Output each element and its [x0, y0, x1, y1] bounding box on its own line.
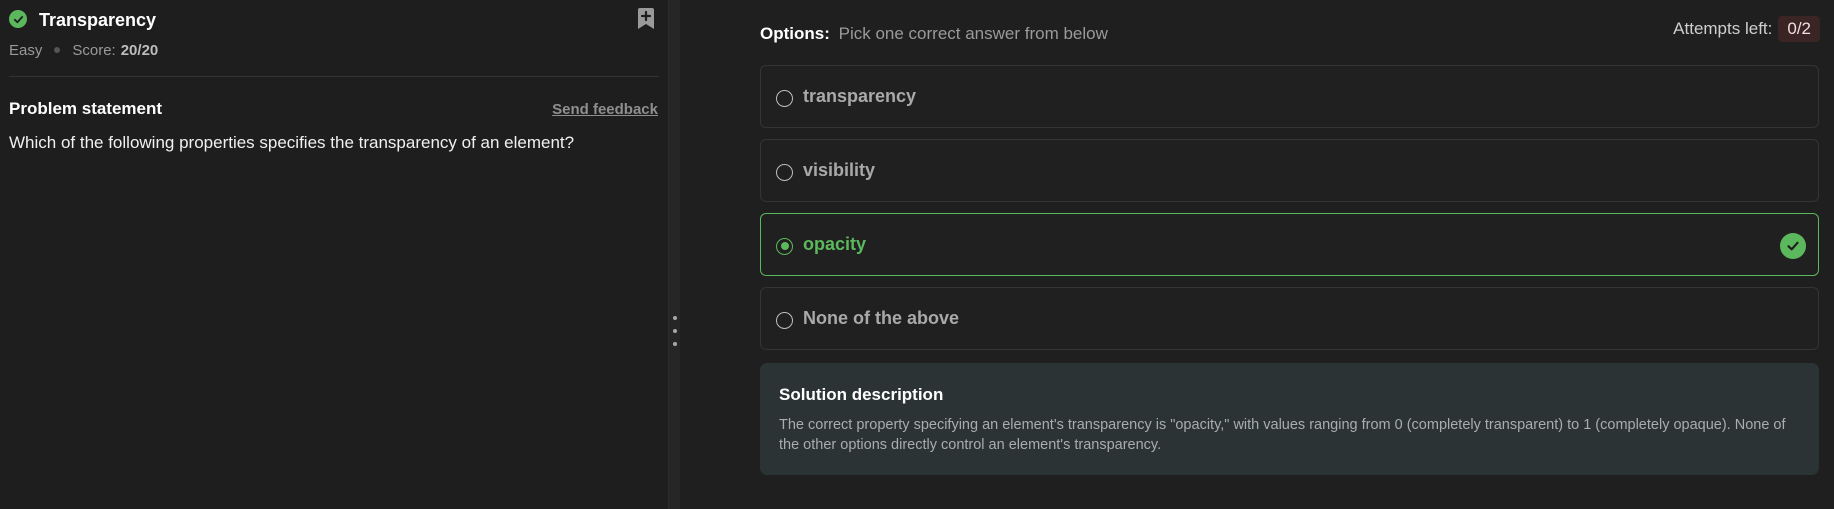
options-subheading: Pick one correct answer from below: [838, 24, 1108, 43]
problem-panel: Transparency Easy Score: 20/20 Problem s…: [0, 0, 668, 509]
meta-separator-dot: [54, 47, 61, 53]
option-transparency[interactable]: transparency: [760, 65, 1819, 128]
options-heading-row: Options: Pick one correct answer from be…: [760, 24, 1819, 44]
problem-statement-heading: Problem statement: [9, 99, 163, 118]
option-label: transparency: [803, 86, 917, 106]
solved-check-icon: [9, 10, 27, 28]
options-heading: Options:: [760, 24, 830, 43]
problem-title-row: Transparency: [9, 0, 659, 38]
problem-meta: Easy Score: 20/20: [9, 38, 659, 62]
option-visibility[interactable]: visibility: [760, 139, 1819, 202]
score-value: 20/20: [120, 41, 159, 59]
panel-splitter[interactable]: [668, 0, 680, 509]
option-none-of-the-above[interactable]: None of the above: [760, 287, 1819, 350]
solution-text: The correct property specifying an eleme…: [779, 417, 1786, 453]
send-feedback-link[interactable]: Send feedback: [552, 101, 658, 118]
bookmark-plus-icon[interactable]: [636, 8, 656, 30]
problem-statement-header: Problem statement Send feedback: [9, 99, 659, 119]
radio-button[interactable]: [776, 89, 793, 107]
difficulty-label: Easy: [9, 41, 43, 59]
radio-button[interactable]: [776, 163, 793, 181]
solution-description: Solution description The correct propert…: [760, 363, 1819, 475]
problem-title: Transparency: [39, 9, 157, 30]
radio-button[interactable]: [776, 311, 793, 329]
divider: [9, 76, 659, 77]
option-label: opacity: [803, 234, 867, 254]
correct-check-icon: [1780, 233, 1806, 259]
option-label: None of the above: [803, 308, 960, 328]
radio-button-selected[interactable]: [776, 237, 793, 255]
question-text: Which of the following properties specif…: [9, 133, 575, 152]
drag-handle-icon[interactable]: [673, 316, 677, 355]
score-label: Score:: [72, 41, 116, 59]
options-list: transparency visibility opacity None of …: [760, 65, 1819, 350]
option-label: visibility: [803, 160, 876, 180]
attempts-indicator: Attempts left: 0/2: [1673, 16, 1820, 42]
attempts-label: Attempts left:: [1673, 19, 1773, 38]
attempts-badge: 0/2: [1778, 16, 1820, 42]
options-panel: Options: Pick one correct answer from be…: [680, 0, 1834, 509]
solution-title: Solution description: [779, 385, 944, 404]
option-opacity[interactable]: opacity: [760, 213, 1819, 276]
app: Transparency Easy Score: 20/20 Problem s…: [0, 0, 1834, 509]
